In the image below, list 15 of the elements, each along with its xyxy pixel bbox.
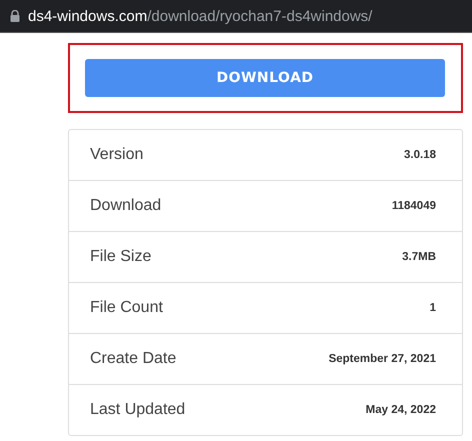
lock-icon — [10, 10, 20, 22]
detail-label: Create Date — [90, 350, 176, 368]
detail-value: 3.0.18 — [404, 149, 436, 161]
detail-label: Download — [90, 197, 162, 215]
address-bar[interactable]: ds4-windows.com/download/ryochan7-ds4windows/ — [0, 0, 472, 33]
detail-label: Last Updated — [90, 401, 186, 419]
detail-value: 1184049 — [392, 200, 436, 212]
detail-label: File Size — [90, 248, 152, 266]
detail-value: May 24, 2022 — [366, 404, 436, 416]
detail-value: 1 — [430, 302, 436, 314]
detail-label: Version — [90, 146, 144, 164]
url-text: ds4-windows.com/download/ryochan7-ds4windows/ — [28, 8, 372, 24]
detail-label: File Count — [90, 299, 163, 317]
detail-value: September 27, 2021 — [328, 353, 436, 365]
detail-value: 3.7MB — [402, 251, 436, 263]
